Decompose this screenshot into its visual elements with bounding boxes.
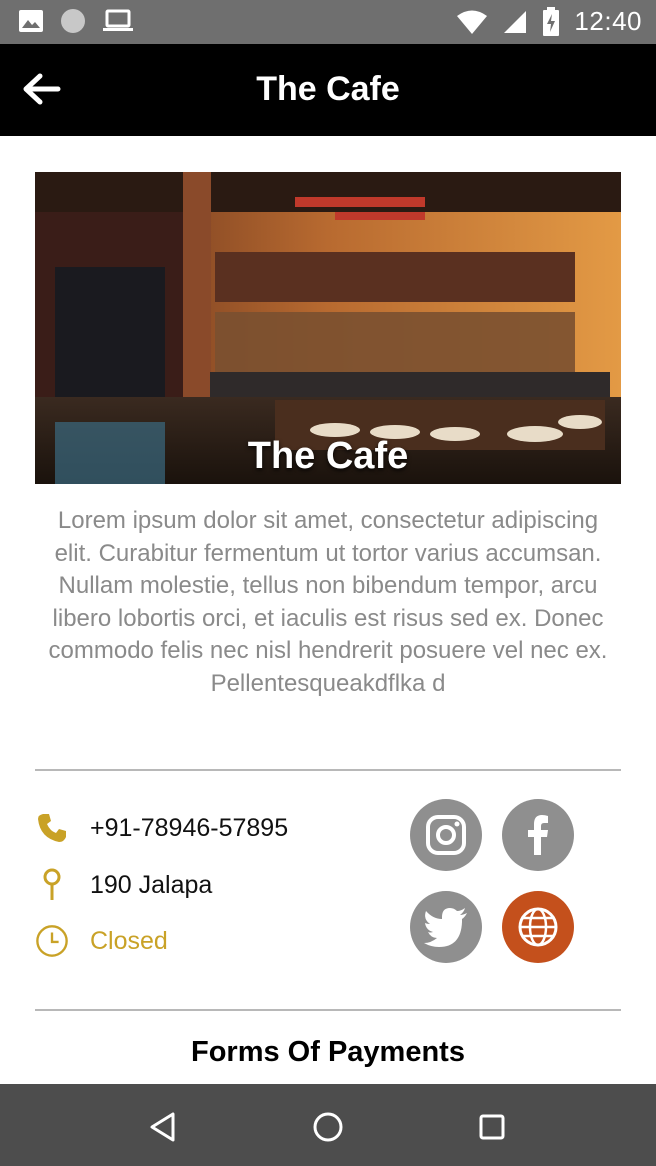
facebook-icon xyxy=(528,815,548,855)
status-time: 12:40 xyxy=(574,6,642,36)
address-row[interactable]: 190 Jalapa xyxy=(35,868,212,902)
phone-number: +91-78946-57895 xyxy=(90,813,289,842)
instagram-button[interactable] xyxy=(410,799,482,871)
circle-home-icon xyxy=(313,1112,343,1142)
description-text: Lorem ipsum dolor sit amet, consectetur … xyxy=(48,507,608,697)
image-notification-icon xyxy=(19,10,43,32)
wifi-icon xyxy=(457,10,488,34)
twitter-button[interactable] xyxy=(410,891,482,963)
circle-notification-icon xyxy=(61,9,85,33)
address-text: 190 Jalapa xyxy=(90,870,213,899)
square-recents-icon xyxy=(479,1114,505,1140)
hero-title: The Cafe xyxy=(247,435,409,477)
phone-row[interactable]: +91-78946-57895 xyxy=(35,811,288,845)
laptop-notification-icon xyxy=(103,9,133,31)
nav-recents-button[interactable] xyxy=(475,1110,509,1144)
location-pin-icon xyxy=(35,868,69,902)
hero-image: The Cafe xyxy=(35,172,621,484)
nav-home-button[interactable] xyxy=(311,1110,345,1144)
battery-charging-icon xyxy=(543,6,560,36)
hours-status: Closed xyxy=(90,926,168,955)
page-title: The Cafe xyxy=(256,70,400,108)
triangle-back-icon xyxy=(150,1112,175,1142)
instagram-icon xyxy=(426,815,466,855)
divider xyxy=(35,769,621,771)
twitter-icon xyxy=(424,908,467,947)
nav-back-button[interactable] xyxy=(147,1110,181,1144)
payments-section-title: Forms Of Payments xyxy=(191,1036,465,1068)
system-nav-bar xyxy=(0,1084,656,1166)
status-bar: 12:40 xyxy=(0,0,656,44)
app-bar: The Cafe xyxy=(0,44,656,136)
facebook-button[interactable] xyxy=(502,799,574,871)
clock-icon xyxy=(35,924,69,958)
cellular-signal-icon xyxy=(504,10,527,33)
hours-row: Closed xyxy=(35,924,168,958)
website-globe-icon xyxy=(518,907,558,947)
phone-icon xyxy=(35,811,69,845)
website-button[interactable] xyxy=(502,891,574,963)
divider xyxy=(35,1009,621,1011)
